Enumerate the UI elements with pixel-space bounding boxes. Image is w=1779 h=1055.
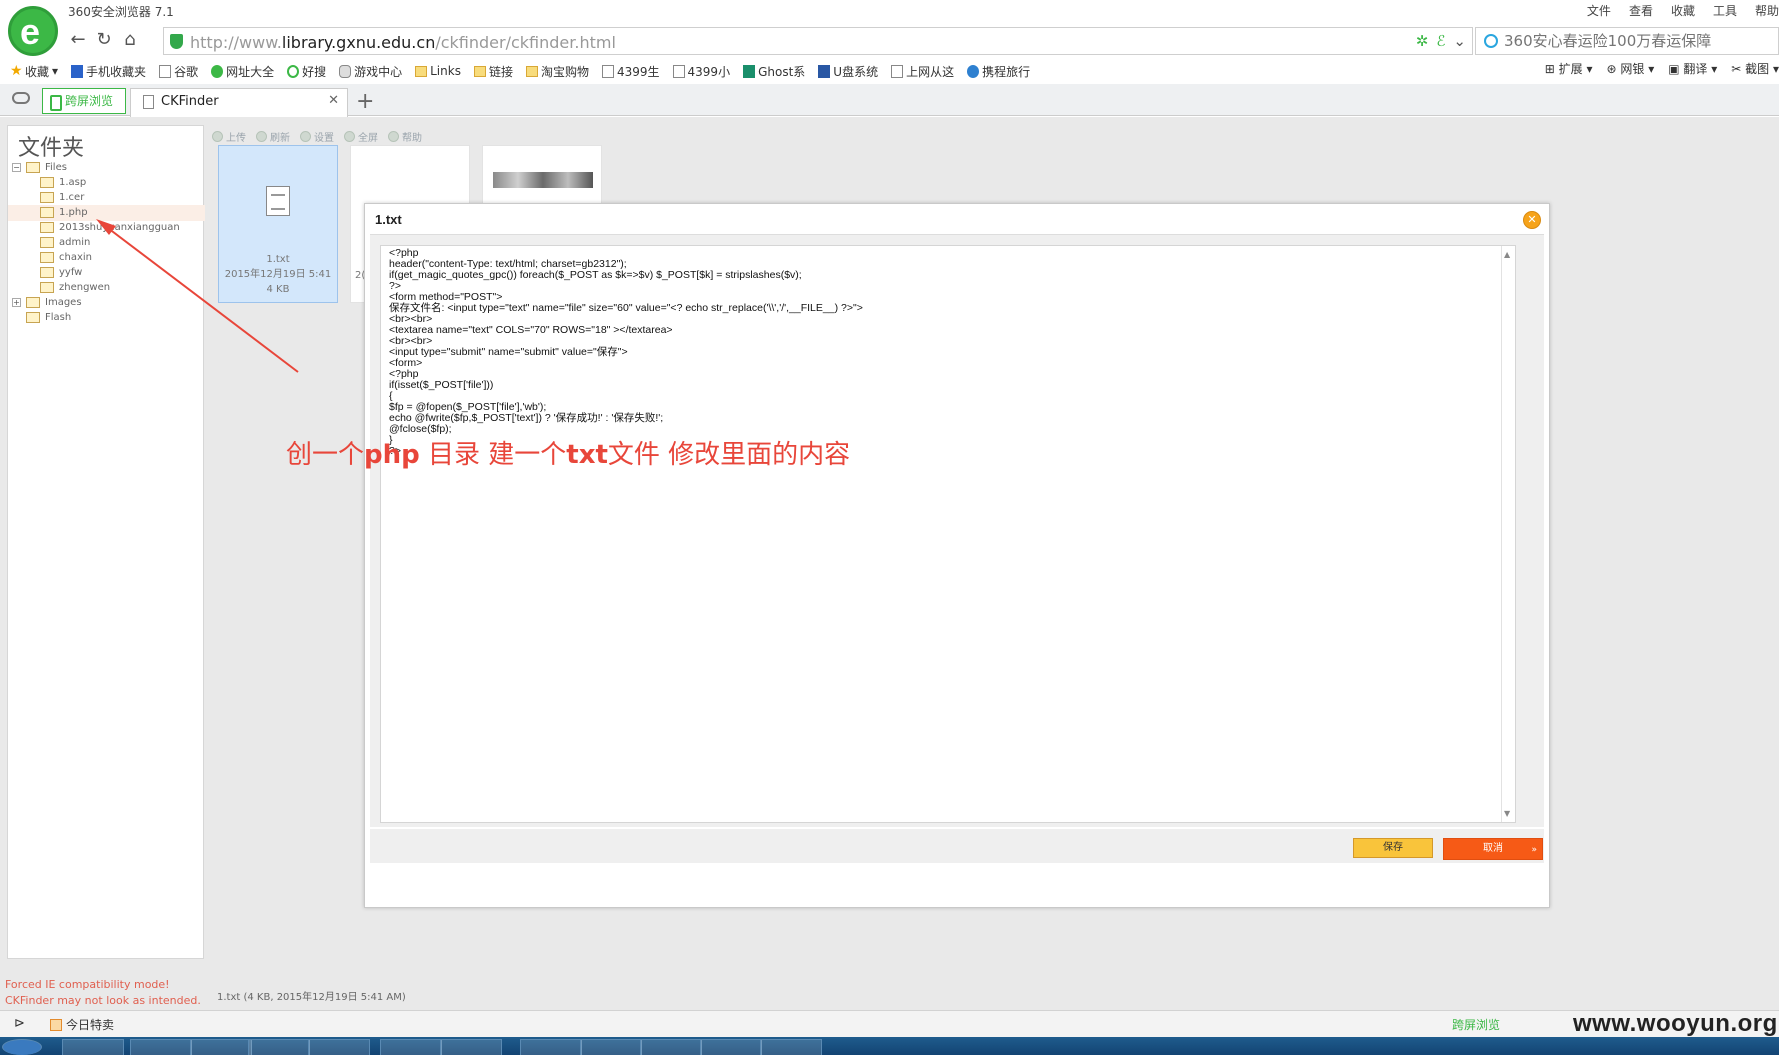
taskbar-app-icon[interactable] [440, 1039, 502, 1055]
watermark: www.wooyun.org [1573, 1010, 1778, 1037]
taskbar-app-icon[interactable] [700, 1039, 762, 1055]
taskbar-app-icon[interactable] [520, 1039, 582, 1055]
windows-taskbar [0, 1037, 1779, 1055]
taskbar-app-icon[interactable] [308, 1039, 370, 1055]
gift-icon [50, 1018, 62, 1031]
taskbar-360-icon[interactable] [248, 1039, 310, 1055]
taskbar-app-icon[interactable] [380, 1039, 442, 1055]
annotation-text: 创一个php 目录 建一个txt文件 修改里面的内容 [286, 440, 851, 470]
browser-status-bar: ⊳ 今日特卖 跨屏浏览 [0, 1010, 1779, 1037]
start-button[interactable] [2, 1039, 42, 1055]
taskbar-ie-icon[interactable] [62, 1039, 124, 1055]
sidebar-toggle-icon[interactable]: ⊳ [14, 1016, 25, 1031]
cross-screen-button[interactable]: 跨屏浏览 [1452, 1016, 1500, 1033]
taskbar-app-icon[interactable] [580, 1039, 642, 1055]
taskbar-app-icon[interactable] [760, 1039, 822, 1055]
taskbar-app-icon[interactable] [640, 1039, 702, 1055]
annotation-arrow [96, 219, 299, 373]
taskbar-explorer-icon[interactable] [130, 1039, 192, 1055]
taskbar-app-icon[interactable] [190, 1039, 252, 1055]
daily-deal-button[interactable]: 今日特卖 [50, 1016, 114, 1033]
